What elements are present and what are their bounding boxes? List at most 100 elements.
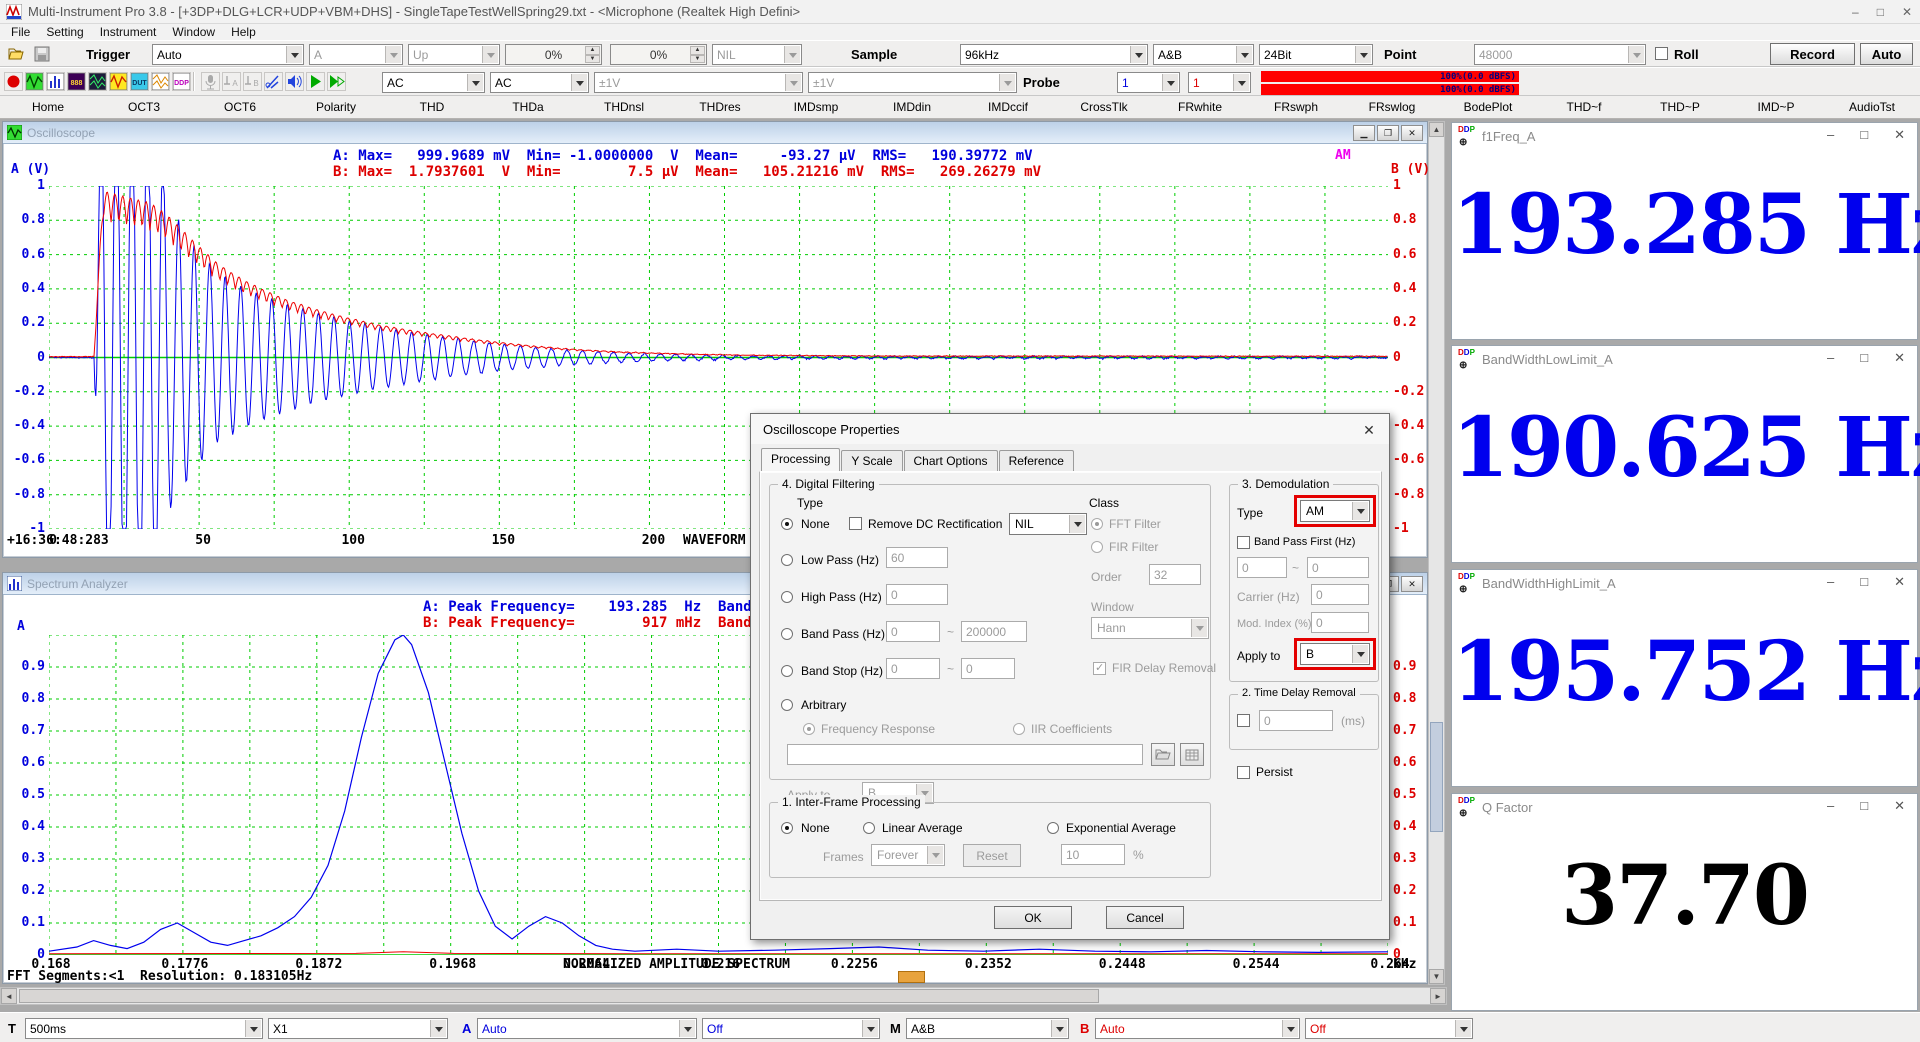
probe-a-combo[interactable]: 1 [1117,72,1180,93]
radio-fir-filter[interactable] [1091,541,1103,553]
radio-fft-filter[interactable] [1091,518,1103,530]
low-pass-field[interactable]: 60 [886,547,948,568]
radio-high-pass[interactable] [781,591,793,603]
panel-tab-thd~p[interactable]: THD~P [1632,96,1728,118]
exponential-average-field[interactable]: 10 [1061,844,1125,865]
frames-combo[interactable]: Forever [871,844,945,866]
band-pass-first-checkbox[interactable] [1237,536,1250,549]
trigger-level-spinner[interactable]: 0%▲▼ [505,44,602,65]
panel-tab-polarity[interactable]: Polarity [288,96,384,118]
probe-b-combo[interactable]: 1 [1188,72,1251,93]
coupling-a-combo[interactable]: AC [382,72,485,93]
vertical-scrollbar[interactable]: ▲ ▼ [1428,121,1445,985]
spectrum-analyzer-icon[interactable] [46,72,65,91]
chevron-down-icon[interactable] [1069,515,1085,533]
b-range-combo[interactable]: Auto [1095,1018,1300,1039]
derived-data-curve-icon[interactable] [151,72,170,91]
close-icon[interactable]: ✕ [1894,127,1905,143]
panel-tab-thdres[interactable]: THDres [672,96,768,118]
radio-frequency-response[interactable] [803,723,815,735]
chevron-down-icon[interactable] [286,46,302,63]
dialog-titlebar[interactable]: Oscilloscope Properties ✕ [751,414,1389,444]
chevron-down-icon[interactable] [999,74,1015,91]
chevron-down-icon[interactable] [1051,1020,1067,1037]
derived-data-point-icon[interactable]: DDP [172,72,191,91]
oscilloscope-titlebar[interactable]: Oscilloscope ▁ ❐ ✕ [3,122,1427,144]
device-test-plan-icon[interactable]: DUT [130,72,149,91]
zoom-combo[interactable]: X1 [268,1018,448,1039]
m-channels-combo[interactable]: A&B [906,1018,1069,1039]
scroll-up-icon[interactable]: ▲ [1429,122,1444,137]
panel-tab-thdnsl[interactable]: THDnsl [576,96,672,118]
tab-reference[interactable]: Reference [999,450,1074,472]
trigger-mode-combo[interactable]: Auto [152,44,304,65]
horizontal-scrollbar[interactable]: ◄ ► [0,987,1447,1005]
persist-checkbox[interactable] [1237,766,1250,779]
chevron-down-icon[interactable] [1191,619,1207,637]
fir-delay-removal-checkbox[interactable] [1093,662,1106,675]
b-extra-combo[interactable]: Off [1305,1018,1473,1039]
radio-iir-coefficients[interactable] [1013,723,1025,735]
chevron-down-icon[interactable] [385,46,401,63]
panel-tab-imddin[interactable]: IMDdin [864,96,960,118]
panel-tab-frswph[interactable]: FRswph [1248,96,1344,118]
multimeter-icon[interactable]: 888 [67,72,86,91]
chevron-down-icon[interactable] [1130,46,1146,63]
cancel-button[interactable]: Cancel [1106,906,1184,929]
scroll-right-icon[interactable]: ► [1430,988,1446,1004]
save-icon[interactable] [34,46,50,65]
panel-tab-imd~p[interactable]: IMD~P [1728,96,1824,118]
panel-tab-thd[interactable]: THD [384,96,480,118]
sweep-time-combo[interactable]: 500ms [25,1018,263,1039]
chevron-down-icon[interactable] [482,46,498,63]
a-extra-combo[interactable]: Off [702,1018,880,1039]
coupling-b-combo[interactable]: AC [490,72,589,93]
radio-low-pass[interactable] [781,554,793,566]
radio-linear-average[interactable] [863,822,875,834]
run-dtp-icon[interactable] [327,72,346,91]
minimize-icon[interactable]: – [1827,798,1834,814]
panel-tab-home[interactable]: Home [0,96,96,118]
radio-none[interactable] [781,518,793,530]
arbitrary-file-field[interactable] [787,744,1143,765]
chevron-down-icon[interactable] [430,1020,446,1037]
record-length-combo[interactable]: 48000 [1474,44,1646,65]
chevron-down-icon[interactable] [245,1020,261,1037]
chevron-down-icon[interactable] [571,74,587,91]
radio-exponential-average[interactable] [1047,822,1059,834]
mod-index-field[interactable]: 0 [1311,612,1369,633]
demod-bp-high-field[interactable]: 0 [1307,557,1369,578]
browse-file-button[interactable] [1151,743,1175,766]
carrier-field[interactable]: 0 [1311,584,1369,605]
high-pass-field[interactable]: 0 [886,584,948,605]
menu-window[interactable]: Window [165,25,222,39]
panel-tab-frswlog[interactable]: FRswlog [1344,96,1440,118]
chevron-down-icon[interactable] [679,1020,695,1037]
trigger-hpf-combo[interactable]: NIL [712,44,802,65]
bit-depth-combo[interactable]: 24Bit [1259,44,1373,65]
tab-processing[interactable]: Processing [761,448,840,472]
panel-tab-crosstlk[interactable]: CrossTlk [1056,96,1152,118]
close-icon[interactable]: ✕ [1894,350,1905,366]
panel-tab-thda[interactable]: THDa [480,96,576,118]
spectrum-3d-plot-icon[interactable] [88,72,107,91]
radio-ifp-none[interactable] [781,822,793,834]
maximize-icon[interactable]: □ [1860,574,1868,590]
minimize-icon[interactable]: – [1827,127,1834,143]
panel-tab-frwhite[interactable]: FRwhite [1152,96,1248,118]
edit-table-button[interactable] [1180,743,1204,766]
chevron-down-icon[interactable] [1162,74,1178,91]
pan-position-marker[interactable] [898,971,925,983]
chevron-down-icon[interactable] [784,46,800,63]
calibration-icon[interactable] [264,72,283,91]
trigger-source-combo[interactable]: A [309,44,403,65]
run-icon[interactable] [306,72,325,91]
band-stop-low-field[interactable]: 0 [886,658,940,679]
close-icon[interactable]: ✕ [1401,125,1423,141]
tab-chart-options[interactable]: Chart Options [904,450,998,472]
maximize-icon[interactable]: □ [1860,127,1868,143]
panel-tab-oct6[interactable]: OCT6 [192,96,288,118]
time-delay-checkbox[interactable] [1237,714,1250,727]
chevron-down-icon[interactable] [862,1020,878,1037]
range-a-combo[interactable]: ±1V [594,72,803,93]
